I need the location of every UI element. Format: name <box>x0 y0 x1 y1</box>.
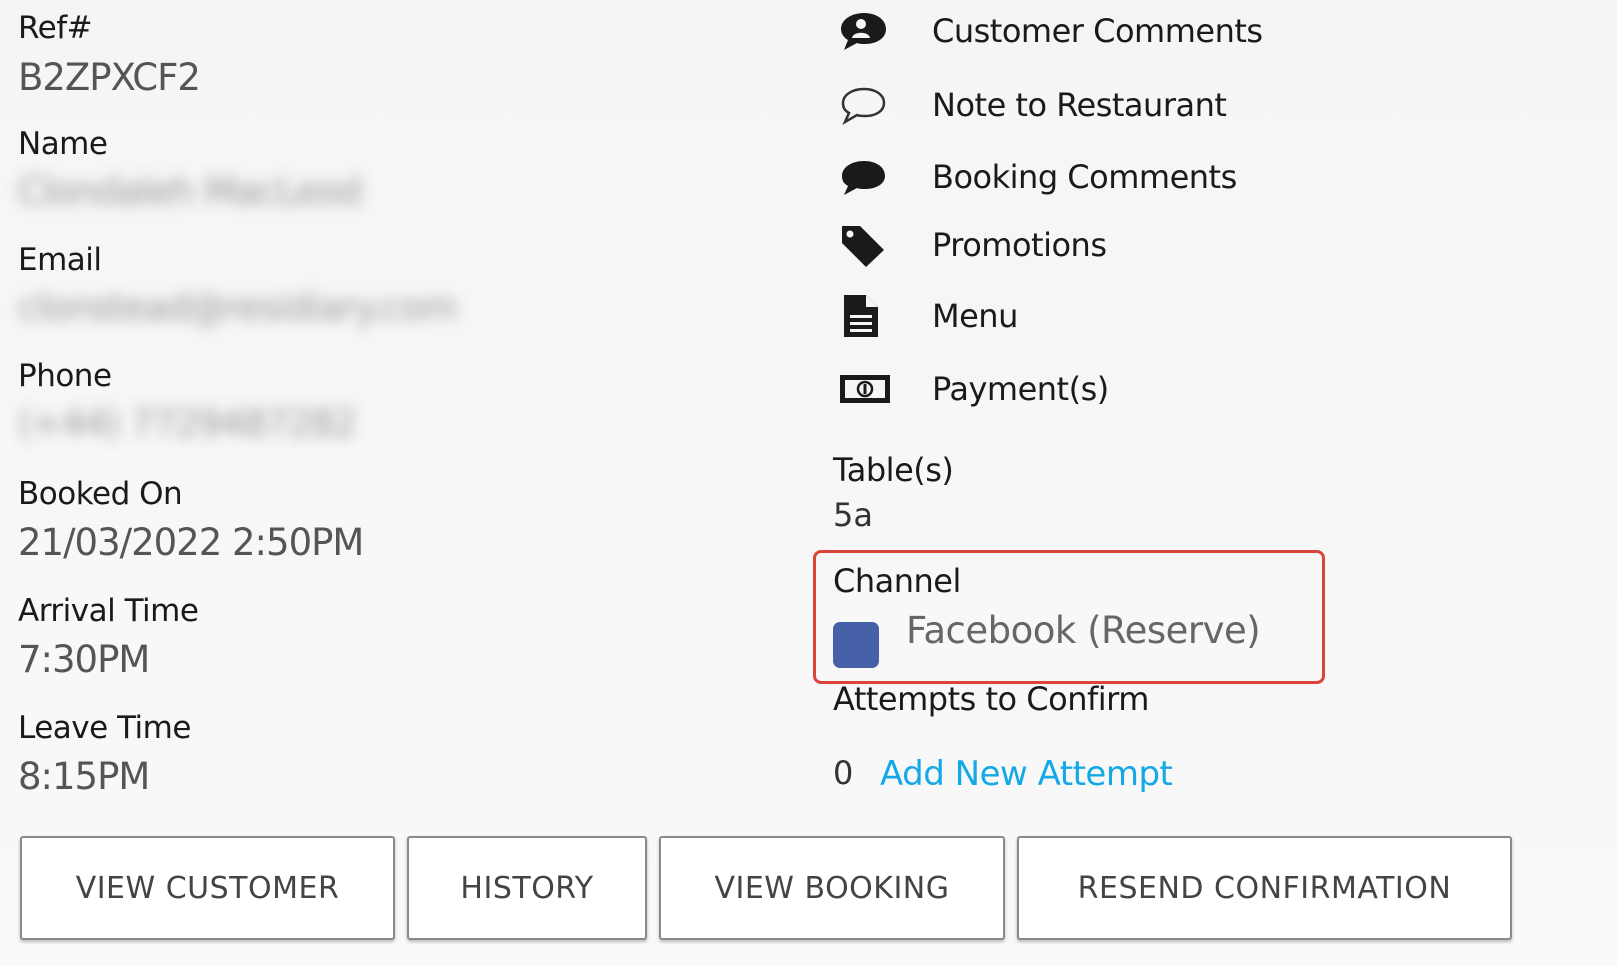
speech-bubble-outline-icon <box>838 82 894 128</box>
menu-item-label: Customer Comments <box>932 12 1263 50</box>
name-label: Name <box>18 126 108 162</box>
view-booking-button[interactable]: VIEW BOOKING <box>659 836 1005 940</box>
leave-time-label: Leave Time <box>18 710 191 746</box>
attempts-label: Attempts to Confirm <box>833 680 1149 718</box>
menu-item-label: Menu <box>932 297 1018 335</box>
menu-item-label: Payment(s) <box>932 370 1109 408</box>
add-new-attempt-link[interactable]: Add New Attempt <box>880 754 1173 794</box>
tables-value: 5a <box>833 496 873 534</box>
menu-item-booking-comments[interactable]: Booking Comments <box>838 152 1237 202</box>
email-value: clonstead@residiary.com <box>18 286 458 329</box>
attempts-count: 0 <box>833 754 854 792</box>
booking-detail-panel: Ref# B2ZPXCF2 Name Clondaleh MacLeod Ema… <box>0 0 1617 966</box>
ref-label: Ref# <box>18 10 93 46</box>
booked-on-value: 21/03/2022 2:50PM <box>18 521 364 564</box>
channel-color-swatch <box>833 622 879 668</box>
booked-on-label: Booked On <box>18 476 183 512</box>
email-label: Email <box>18 242 102 278</box>
name-value: Clondaleh MacLeod <box>18 170 362 213</box>
menu-item-label: Promotions <box>932 226 1107 264</box>
menu-item-payments[interactable]: Payment(s) <box>838 364 1109 414</box>
arrival-time-value: 7:30PM <box>18 638 150 681</box>
arrival-time-label: Arrival Time <box>18 593 199 629</box>
leave-time-value: 8:15PM <box>18 755 150 798</box>
money-icon <box>838 366 894 412</box>
menu-item-label: Note to Restaurant <box>932 86 1227 124</box>
history-button[interactable]: HISTORY <box>407 836 647 940</box>
document-icon <box>838 293 894 339</box>
tables-label: Table(s) <box>833 451 954 489</box>
channel-label: Channel <box>833 562 961 600</box>
channel-value: Facebook (Reserve) <box>906 609 1261 652</box>
menu-item-customer-comments[interactable]: Customer Comments <box>838 6 1263 56</box>
resend-confirmation-button[interactable]: RESEND CONFIRMATION <box>1017 836 1512 940</box>
menu-item-note-to-restaurant[interactable]: Note to Restaurant <box>838 80 1227 130</box>
customer-comments-icon <box>838 8 894 54</box>
menu-item-label: Booking Comments <box>932 158 1237 196</box>
menu-item-promotions[interactable]: Promotions <box>838 220 1107 270</box>
speech-bubble-solid-icon <box>838 154 894 200</box>
phone-label: Phone <box>18 358 112 394</box>
ref-value: B2ZPXCF2 <box>18 56 201 99</box>
phone-value: (+44) 7729487282 <box>18 402 357 445</box>
menu-item-menu[interactable]: Menu <box>838 291 1018 341</box>
tag-icon <box>838 222 894 268</box>
view-customer-button[interactable]: VIEW CUSTOMER <box>20 836 395 940</box>
